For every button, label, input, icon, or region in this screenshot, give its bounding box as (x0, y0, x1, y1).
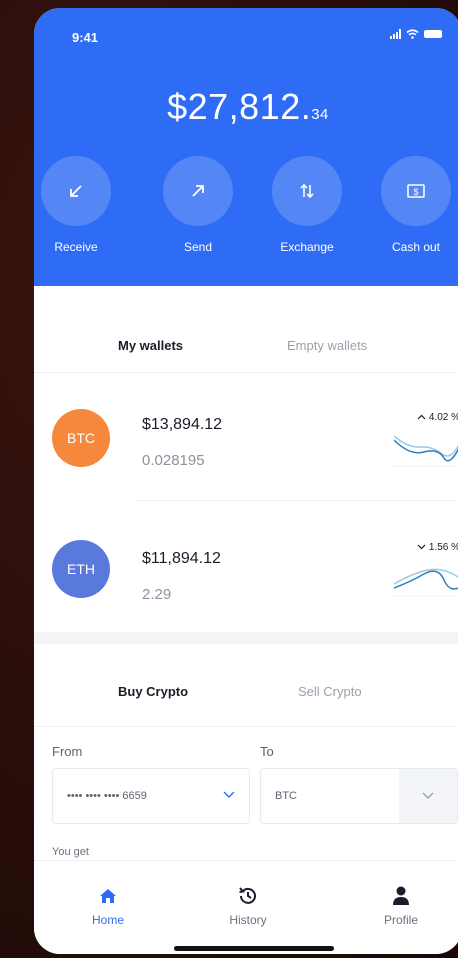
tab-sell-crypto[interactable]: Sell Crypto (298, 684, 362, 699)
receive-button[interactable]: Receive (34, 156, 126, 254)
section-separator (34, 632, 458, 644)
svg-text:$: $ (413, 187, 418, 197)
profile-label: Profile (383, 913, 418, 927)
bottom-tab-bar: Home History Profile (34, 860, 458, 954)
btc-coin-icon: BTC (52, 409, 110, 467)
send-button[interactable]: Send (148, 156, 248, 254)
send-label: Send (183, 240, 213, 254)
cash-out-button[interactable]: $ Cash out (366, 156, 458, 254)
btc-change-value: 4.02 % (428, 412, 458, 423)
receive-label: Receive (54, 240, 98, 254)
balance-header: 9:41 $27,812.34 Receive Send Exchange $ … (34, 8, 458, 286)
wallet-divider (134, 500, 458, 501)
eth-change-value: 1.56 % (428, 542, 458, 553)
btc-amount: 0.028195 (142, 452, 205, 469)
tab-profile[interactable]: Profile (351, 885, 451, 927)
battery-icon (424, 30, 442, 38)
trade-tabs: Buy Crypto Sell Crypto (34, 644, 458, 727)
signal-icon (390, 29, 401, 39)
arrow-down-left-icon (41, 156, 111, 226)
from-label: From (52, 744, 83, 759)
eth-usd-value: $11,894.12 (142, 550, 221, 567)
phone-screen: 9:41 $27,812.34 Receive Send Exchange $ … (34, 8, 458, 954)
from-select[interactable]: •••• •••• •••• 6659 (52, 768, 250, 824)
chevron-down-icon (422, 792, 434, 799)
wallet-row-btc[interactable]: BTC $13,894.12 0.028195 4.02 % (34, 372, 458, 500)
you-get-label: You get (52, 846, 89, 858)
from-select-value: •••• •••• •••• 6659 (67, 790, 147, 802)
history-icon (198, 885, 298, 913)
exchange-label: Exchange (280, 240, 334, 254)
total-balance: $27,812.34 (34, 86, 458, 128)
btc-usd-value: $13,894.12 (142, 416, 223, 433)
tab-history[interactable]: History (198, 885, 298, 927)
btc-sparkline (394, 435, 458, 467)
to-select-toggle[interactable] (399, 769, 457, 823)
home-label: Home (91, 913, 124, 927)
wallet-row-eth[interactable]: ETH $11,894.12 2.29 1.56 % (34, 502, 458, 630)
arrow-up-right-icon (163, 156, 233, 226)
tab-buy-crypto[interactable]: Buy Crypto (118, 684, 188, 699)
status-time: 9:41 (72, 30, 99, 45)
profile-icon (351, 885, 451, 913)
wallet-tabs: My wallets Empty wallets (34, 286, 458, 373)
eth-amount: 2.29 (142, 586, 172, 603)
wifi-icon (406, 29, 419, 39)
cash-icon: $ (381, 156, 451, 226)
eth-sparkline (394, 568, 458, 597)
status-icons (390, 29, 442, 39)
balance-main: $27,812. (167, 86, 312, 127)
chevron-down-icon (223, 791, 235, 798)
chevron-down-icon (417, 544, 426, 550)
to-select-value: BTC (275, 790, 297, 802)
history-label: History (229, 913, 267, 927)
tab-empty-wallets[interactable]: Empty wallets (287, 338, 367, 353)
home-indicator (174, 946, 334, 951)
exchange-button[interactable]: Exchange (257, 156, 357, 254)
eth-coin-icon: ETH (52, 540, 110, 598)
btc-change: 4.02 % (417, 412, 458, 423)
home-icon (58, 885, 158, 913)
to-label: To (260, 744, 274, 759)
tab-home[interactable]: Home (58, 885, 158, 927)
swap-icon (272, 156, 342, 226)
tab-my-wallets[interactable]: My wallets (118, 338, 183, 353)
to-select[interactable]: BTC (260, 768, 458, 824)
balance-cents: 34 (311, 106, 329, 123)
chevron-up-icon (417, 415, 426, 420)
cash-out-label: Cash out (391, 240, 441, 254)
eth-change: 1.56 % (417, 542, 458, 553)
